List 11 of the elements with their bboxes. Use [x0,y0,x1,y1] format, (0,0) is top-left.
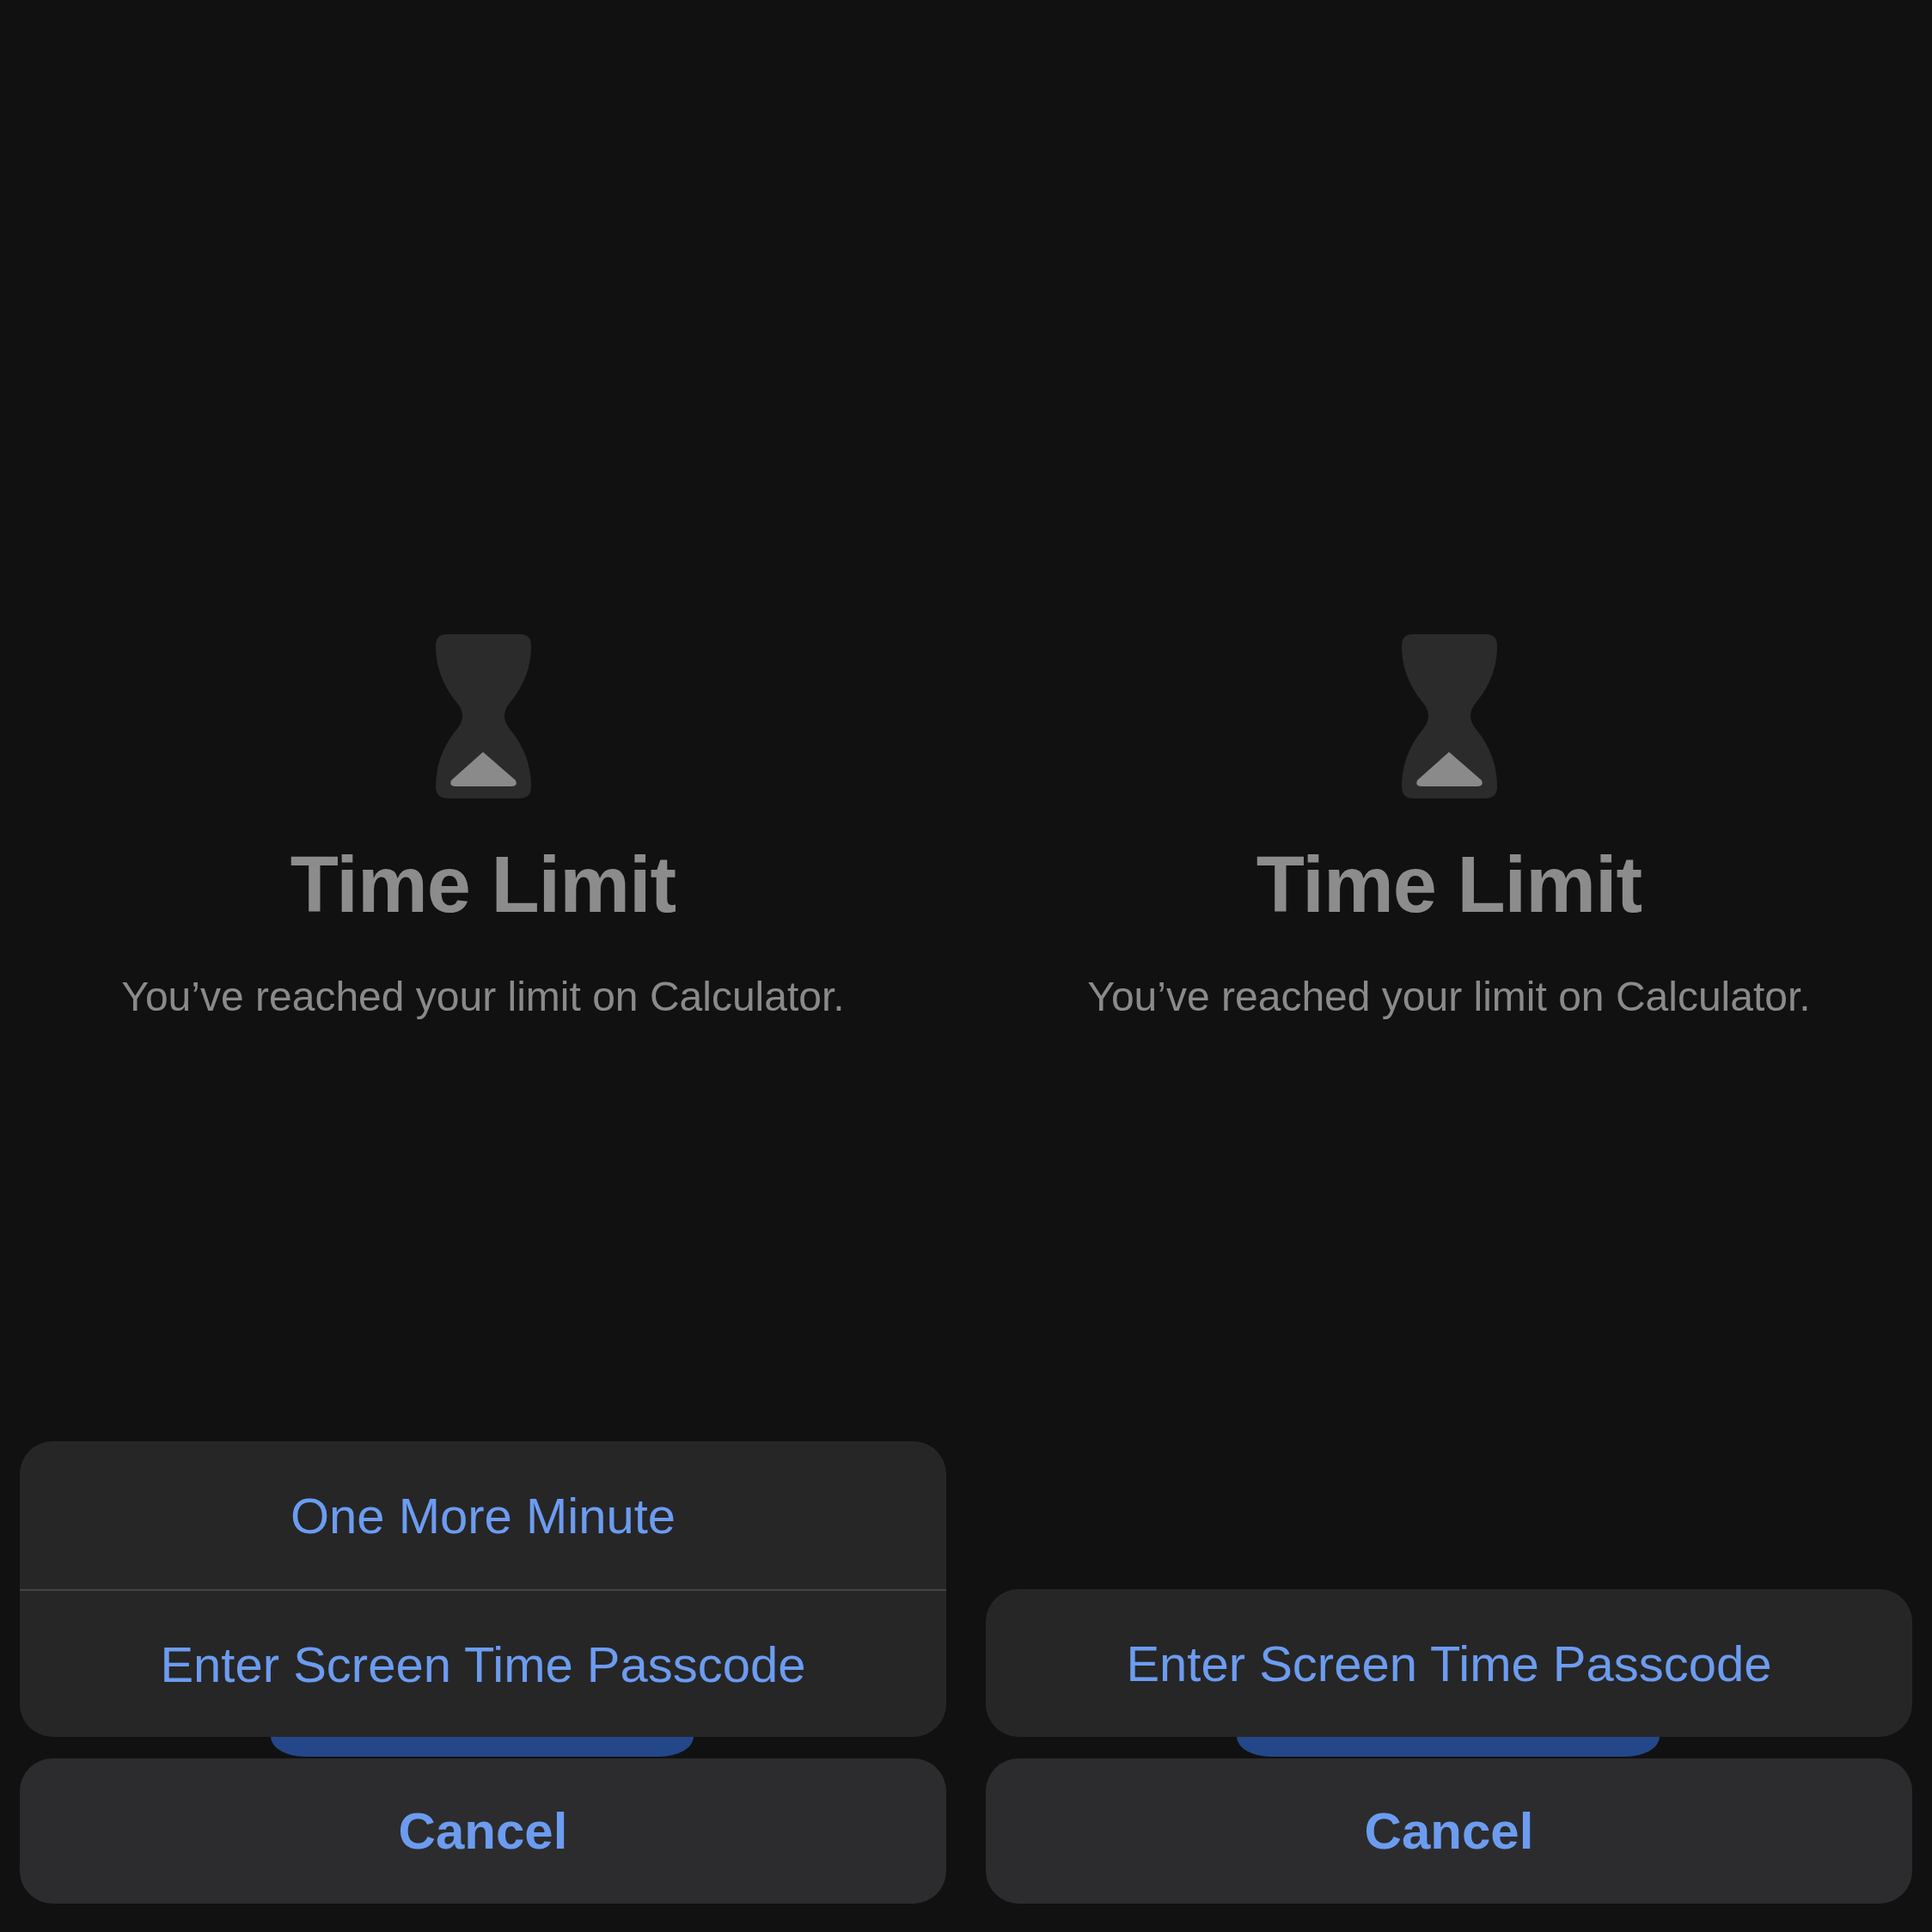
hourglass-icon [435,634,531,798]
cancel-button[interactable]: Cancel [20,1758,946,1904]
alert-message: You’ve reached your limit on Calculator. [1087,973,1811,1020]
alert-title: Time Limit [1256,840,1642,930]
action-button[interactable]: Enter Screen Time Passcode [20,1589,946,1737]
alert-title: Time Limit [290,840,676,930]
action-button[interactable]: One More Minute [20,1441,946,1589]
hourglass-icon [1401,634,1497,798]
action-button[interactable]: Enter Screen Time Passcode [986,1589,1912,1737]
cancel-button[interactable]: Cancel [986,1758,1912,1904]
alert-message: You’ve reached your limit on Calculator. [121,973,845,1020]
